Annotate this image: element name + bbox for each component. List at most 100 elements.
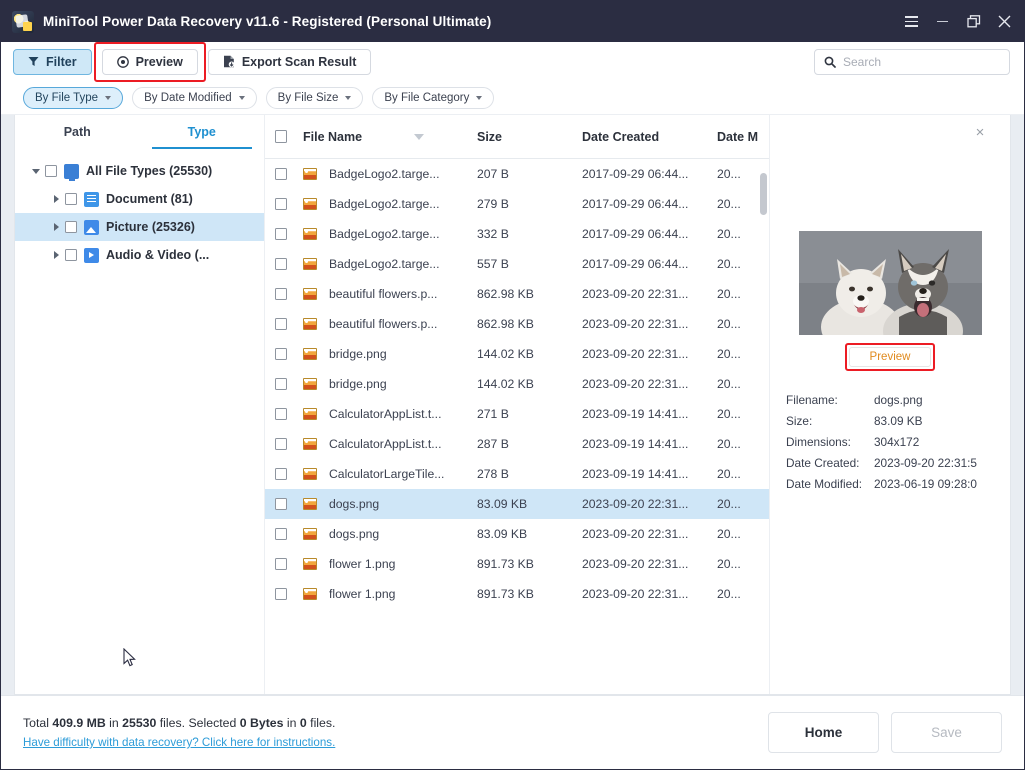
file-size: 332 B [477, 227, 509, 241]
tree-checkbox[interactable] [45, 165, 57, 177]
row-checkbox[interactable] [275, 528, 287, 540]
chevron-right-icon[interactable] [47, 195, 65, 203]
table-row[interactable]: bridge.png 144.02 KB 2023-09-20 22:31...… [265, 369, 770, 399]
column-header-size[interactable]: Size [477, 130, 582, 144]
file-list-rows[interactable]: BadgeLogo2.targe... 207 B 2017-09-29 06:… [265, 159, 770, 694]
table-row[interactable]: bridge.png 144.02 KB 2023-09-20 22:31...… [265, 339, 770, 369]
sort-descending-icon[interactable] [414, 133, 425, 140]
file-size: 891.73 KB [477, 557, 534, 571]
chevron-down-icon[interactable] [27, 168, 45, 174]
table-row[interactable]: BadgeLogo2.targe... 557 B 2017-09-29 06:… [265, 249, 770, 279]
table-row[interactable]: flower 1.png 891.73 KB 2023-09-20 22:31.… [265, 579, 770, 609]
image-file-icon [303, 378, 317, 390]
file-size: 862.98 KB [477, 287, 534, 301]
tree-item-document[interactable]: Document (81) [15, 185, 264, 213]
tree-item-all-file-types[interactable]: All File Types (25530) [15, 157, 264, 185]
filter-by-file-type[interactable]: By File Type [23, 87, 124, 109]
row-checkbox[interactable] [275, 318, 287, 330]
row-checkbox[interactable] [275, 408, 287, 420]
filter-by-date-modified[interactable]: By Date Modified [132, 87, 257, 109]
file-size: 144.02 KB [477, 377, 534, 391]
export-scan-result-button[interactable]: Export Scan Result [207, 48, 372, 75]
table-row[interactable]: dogs.png 83.09 KB 2023-09-20 22:31... 20… [265, 489, 770, 519]
file-size: 144.02 KB [477, 347, 534, 361]
home-button[interactable]: Home [768, 712, 879, 753]
file-size: 271 B [477, 407, 509, 421]
column-header-date-created[interactable]: Date Created [582, 130, 717, 144]
image-file-icon [303, 348, 317, 360]
tree-checkbox[interactable] [65, 221, 77, 233]
preview-thumbnail[interactable] [798, 231, 982, 335]
save-button[interactable]: Save [891, 712, 1002, 753]
table-row[interactable]: BadgeLogo2.targe... 279 B 2017-09-29 06:… [265, 189, 770, 219]
row-checkbox[interactable] [275, 288, 287, 300]
status-mid-3: in [283, 716, 300, 730]
file-name: bridge.png [329, 377, 387, 391]
table-row[interactable]: CalculatorAppList.t... 271 B 2023-09-19 … [265, 399, 770, 429]
row-checkbox[interactable] [275, 378, 287, 390]
column-header-file-name[interactable]: File Name [303, 130, 477, 144]
filter-button[interactable]: Filter [13, 48, 92, 75]
table-row[interactable]: flower 1.png 891.73 KB 2023-09-20 22:31.… [265, 549, 770, 579]
table-row[interactable]: beautiful flowers.p... 862.98 KB 2023-09… [265, 279, 770, 309]
chevron-right-icon[interactable] [47, 251, 65, 259]
total-files: 25530 [122, 716, 157, 730]
row-checkbox[interactable] [275, 558, 287, 570]
status-suffix: files. [306, 716, 336, 730]
file-list-scrollbar[interactable] [760, 161, 767, 651]
restore-icon[interactable] [958, 1, 989, 42]
table-row[interactable]: dogs.png 83.09 KB 2023-09-20 22:31... 20… [265, 519, 770, 549]
row-checkbox[interactable] [275, 438, 287, 450]
main-toolbar: Filter Preview Export Scan Result Search [1, 41, 1024, 82]
chevron-down-icon [476, 96, 483, 100]
row-checkbox[interactable] [275, 468, 287, 480]
filter-by-file-category[interactable]: By File Category [372, 87, 495, 109]
tab-type[interactable]: Type [140, 115, 265, 149]
help-link[interactable]: Have difficulty with data recovery? Clic… [23, 736, 335, 749]
table-row[interactable]: beautiful flowers.p... 862.98 KB 2023-09… [265, 309, 770, 339]
scrollbar-thumb[interactable] [760, 173, 767, 215]
selected-size: 0 Bytes [239, 716, 284, 730]
row-checkbox[interactable] [275, 258, 287, 270]
tree-checkbox[interactable] [65, 249, 77, 261]
footer-buttons: Home Save [768, 712, 1002, 753]
chevron-right-icon[interactable] [47, 223, 65, 231]
table-row[interactable]: BadgeLogo2.targe... 207 B 2017-09-29 06:… [265, 159, 770, 189]
row-checkbox[interactable] [275, 168, 287, 180]
column-header-date-modified[interactable]: Date M [717, 130, 770, 144]
row-checkbox[interactable] [275, 588, 287, 600]
filter-by-file-size[interactable]: By File Size [265, 87, 364, 109]
file-size: 207 B [477, 167, 509, 181]
row-checkbox[interactable] [275, 198, 287, 210]
file-name: dogs.png [329, 497, 380, 511]
select-all-checkbox[interactable] [275, 130, 287, 143]
tree-item-label: Document (81) [106, 192, 193, 206]
detail-key: Filename: [786, 392, 838, 407]
image-file-icon [303, 528, 317, 540]
close-icon[interactable]: × [972, 125, 988, 141]
table-row[interactable]: CalculatorAppList.t... 287 B 2023-09-19 … [265, 429, 770, 459]
tree-item-picture[interactable]: Picture (25326) [15, 213, 264, 241]
row-checkbox[interactable] [275, 498, 287, 510]
column-header-size-label: Size [477, 129, 503, 144]
table-row[interactable]: BadgeLogo2.targe... 332 B 2017-09-29 06:… [265, 219, 770, 249]
tree-item-audio-video[interactable]: Audio & Video (... [15, 241, 264, 269]
image-file-icon [303, 318, 317, 330]
menu-icon[interactable] [896, 1, 927, 42]
tab-path[interactable]: Path [15, 115, 140, 149]
preview-action-button[interactable]: Preview [849, 347, 931, 367]
tree-checkbox[interactable] [65, 193, 77, 205]
tab-type-label: Type [187, 125, 216, 139]
row-checkbox[interactable] [275, 348, 287, 360]
row-checkbox[interactable] [275, 228, 287, 240]
file-name: CalculatorAppList.t... [329, 407, 442, 421]
detail-row-dimensions: Dimensions: 304x172 [786, 431, 994, 452]
table-row[interactable]: CalculatorLargeTile... 278 B 2023-09-19 … [265, 459, 770, 489]
file-name: bridge.png [329, 347, 387, 361]
preview-button[interactable]: Preview [101, 48, 198, 75]
search-input[interactable]: Search [814, 49, 1010, 75]
filter-icon [28, 56, 39, 67]
tree-item-label: Picture (25326) [106, 220, 195, 234]
minimize-icon[interactable] [927, 1, 958, 42]
close-icon[interactable] [989, 1, 1020, 42]
